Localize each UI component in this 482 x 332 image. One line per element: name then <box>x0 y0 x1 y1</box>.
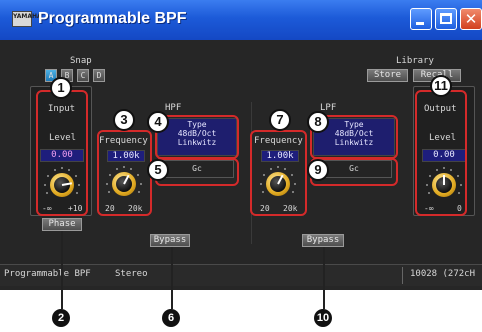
callout-7: 7 <box>269 109 291 131</box>
minimize-icon <box>416 22 424 25</box>
phase-button[interactable]: Phase <box>42 218 82 231</box>
close-button[interactable]: ✕ <box>460 8 482 30</box>
snap-d-button[interactable]: D <box>93 69 105 82</box>
callout-2: 2 <box>52 309 70 327</box>
output-section-highlight <box>415 90 467 216</box>
title-bar[interactable]: YAMAHA Programmable BPF ✕ <box>0 0 482 40</box>
callout-1: 1 <box>50 77 72 99</box>
snap-label: Snap <box>70 56 92 66</box>
callout-9: 9 <box>307 159 329 181</box>
hpf-frequency-highlight <box>97 130 152 216</box>
snap-c-button[interactable]: C <box>77 69 89 82</box>
callout-3: 3 <box>113 109 135 131</box>
callout-11: 11 <box>430 75 452 97</box>
callout-6-leader <box>171 247 173 309</box>
callout-6: 6 <box>162 309 180 327</box>
status-mode: Stereo <box>115 269 148 279</box>
window-title: Programmable BPF <box>38 10 187 27</box>
hpf-title: HPF <box>165 103 182 113</box>
minimize-button[interactable] <box>410 8 432 30</box>
callout-10-leader <box>323 247 325 309</box>
library-label: Library <box>396 56 434 66</box>
close-icon: ✕ <box>464 10 478 28</box>
maximize-button[interactable] <box>435 8 457 30</box>
callout-4: 4 <box>147 111 169 133</box>
lpf-frequency-highlight <box>250 130 307 216</box>
app-logo-icon: YAMAHA <box>12 11 42 27</box>
status-info: 10028 (272cH <box>410 269 476 279</box>
input-section-highlight <box>36 90 88 216</box>
status-bar: Programmable BPF Stereo 10028 (272cH <box>0 264 482 286</box>
store-button[interactable]: Store <box>367 69 408 82</box>
callout-5: 5 <box>147 159 169 181</box>
callout-10: 10 <box>314 309 332 327</box>
status-separator <box>402 267 403 284</box>
callout-8: 8 <box>307 111 329 133</box>
callout-2-leader <box>61 231 63 309</box>
lpf-bypass-button[interactable]: Bypass <box>302 234 344 247</box>
hpf-bypass-button[interactable]: Bypass <box>150 234 190 247</box>
maximize-icon <box>440 13 452 24</box>
status-plugin-name: Programmable BPF <box>4 269 91 279</box>
